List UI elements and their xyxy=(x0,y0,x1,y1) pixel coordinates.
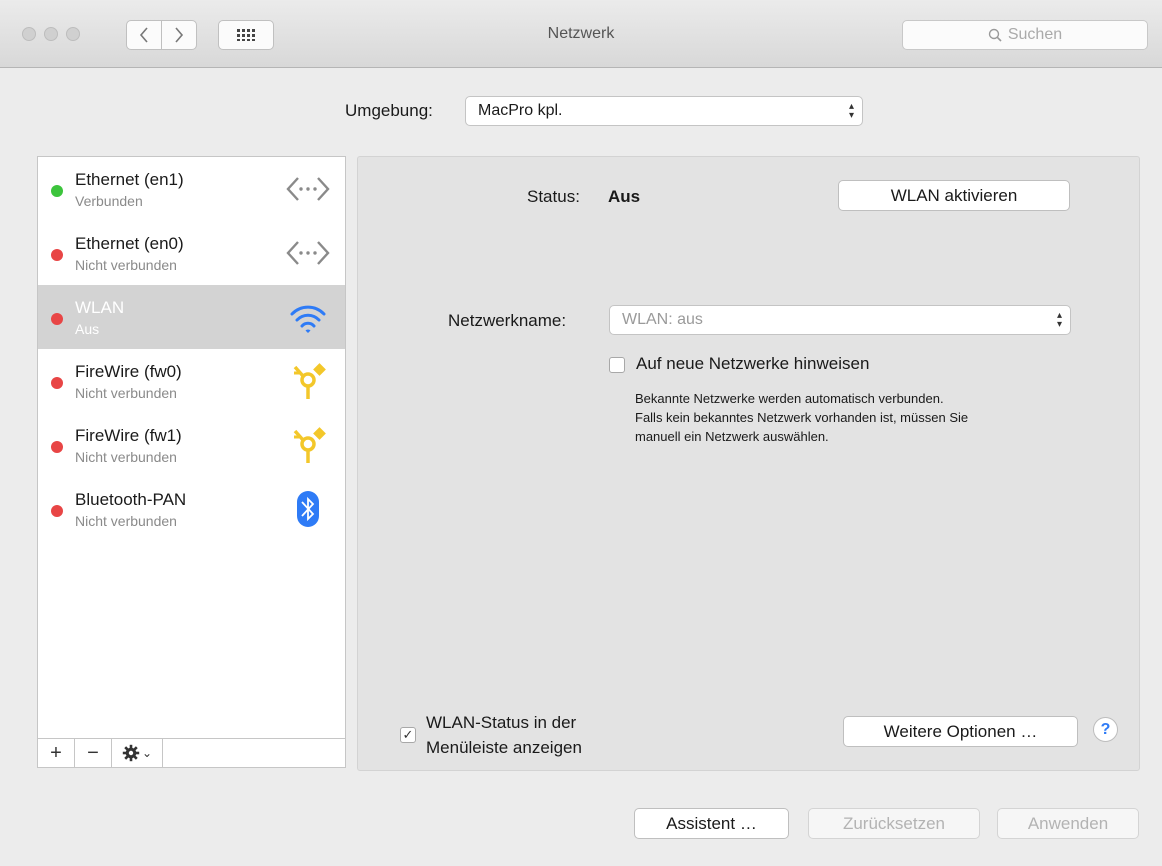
gear-icon xyxy=(122,744,140,762)
search-placeholder: Suchen xyxy=(1007,26,1063,43)
info-text-line: Falls kein bekanntes Netzwerk vorhanden … xyxy=(635,410,969,425)
status-dot-disconnected xyxy=(51,505,63,517)
search-icon xyxy=(988,28,1002,42)
status-dot-disconnected xyxy=(51,441,63,453)
minus-icon: − xyxy=(87,741,99,764)
revert-button[interactable]: Zurücksetzen xyxy=(808,808,980,839)
service-firewire-fw1[interactable]: FireWire (fw1) Nicht verbunden xyxy=(38,413,345,477)
environment-value: MacPro kpl. xyxy=(478,102,563,119)
info-text: Bekannte Netzwerke werden automatisch ve… xyxy=(635,389,968,446)
menubar-status-label-line: Menüleiste anzeigen xyxy=(426,738,582,757)
service-status: Nicht verbunden xyxy=(75,513,177,529)
service-status: Nicht verbunden xyxy=(75,449,177,465)
network-preferences-window: Netzwerk Suchen Umgebung: MacPro kpl. ▴ ▾… xyxy=(0,0,1162,866)
chevron-down-icon: ⌄ xyxy=(141,746,153,760)
network-name-select[interactable]: WLAN: aus ▴ ▾ xyxy=(609,305,1071,335)
network-name-label: Netzwerkname: xyxy=(448,311,567,330)
plus-icon: + xyxy=(50,741,62,764)
service-bluetooth-pan[interactable]: Bluetooth-PAN Nicht verbunden xyxy=(38,477,345,541)
ethernet-icon xyxy=(286,241,330,265)
menubar-status-label: WLAN-Status in der Menüleiste anzeigen xyxy=(426,710,582,760)
service-list-toolbar: + − ⌄ xyxy=(37,738,346,768)
service-status: Nicht verbunden xyxy=(75,385,177,401)
service-name: WLAN xyxy=(75,298,125,317)
remove-service-button[interactable]: − xyxy=(75,739,112,767)
info-text-line: manuell ein Netzwerk auswählen. xyxy=(635,429,829,444)
select-arrows-icon: ▴ ▾ xyxy=(1056,310,1062,330)
environment-select[interactable]: MacPro kpl. ▴ ▾ xyxy=(465,96,863,126)
bluetooth-icon xyxy=(297,491,319,527)
help-button[interactable]: ? xyxy=(1093,717,1118,742)
service-ethernet-en1[interactable]: Ethernet (en1) Verbunden xyxy=(38,157,345,221)
service-name: Bluetooth-PAN xyxy=(75,490,187,509)
add-service-button[interactable]: + xyxy=(38,739,75,767)
firewire-icon xyxy=(293,427,326,463)
ask-join-checkbox[interactable] xyxy=(609,357,625,373)
status-dot-disconnected xyxy=(51,377,63,389)
service-name: Ethernet (en0) xyxy=(75,234,184,253)
advanced-options-button[interactable]: Weitere Optionen … xyxy=(843,716,1078,747)
service-status: Verbunden xyxy=(75,193,143,209)
help-icon: ? xyxy=(1100,720,1111,738)
service-name: FireWire (fw0) xyxy=(75,362,182,381)
wlan-activate-button[interactable]: WLAN aktivieren xyxy=(838,180,1070,211)
select-arrows-icon: ▴ ▾ xyxy=(848,101,854,121)
environment-label: Umgebung: xyxy=(345,101,433,120)
info-text-line: Bekannte Netzwerke werden automatisch ve… xyxy=(635,391,944,406)
assistant-button[interactable]: Assistent … xyxy=(634,808,789,839)
service-ethernet-en0[interactable]: Ethernet (en0) Nicht verbunden xyxy=(38,221,345,285)
action-menu-button[interactable]: ⌄ xyxy=(112,739,163,767)
wlan-detail-panel xyxy=(357,156,1140,771)
menubar-status-checkbox[interactable]: ✓ xyxy=(400,727,416,743)
service-status: Aus xyxy=(75,321,100,337)
network-name-value: WLAN: aus xyxy=(622,311,703,328)
title-bar: Netzwerk Suchen xyxy=(0,0,1162,68)
ask-join-label: Auf neue Netzwerke hinweisen xyxy=(636,354,870,373)
firewire-icon xyxy=(293,363,326,399)
status-dot-disconnected xyxy=(51,249,63,261)
service-list: Ethernet (en1) Verbunden Ethernet (en0) … xyxy=(37,156,346,739)
menubar-status-label-line: WLAN-Status in der xyxy=(426,713,577,732)
service-name: Ethernet (en1) xyxy=(75,170,184,189)
status-dot-disconnected xyxy=(51,313,63,325)
service-status: Nicht verbunden xyxy=(75,257,177,273)
status-label: Status: xyxy=(527,187,580,206)
apply-button[interactable]: Anwenden xyxy=(997,808,1139,839)
search-field[interactable]: Suchen xyxy=(902,20,1148,50)
service-wlan[interactable]: WLAN Aus xyxy=(38,285,345,349)
service-firewire-fw0[interactable]: FireWire (fw0) Nicht verbunden xyxy=(38,349,345,413)
wifi-icon xyxy=(290,305,326,333)
status-value: Aus xyxy=(608,187,641,206)
service-name: FireWire (fw1) xyxy=(75,426,182,445)
status-dot-connected xyxy=(51,185,63,197)
ethernet-icon xyxy=(286,177,330,201)
